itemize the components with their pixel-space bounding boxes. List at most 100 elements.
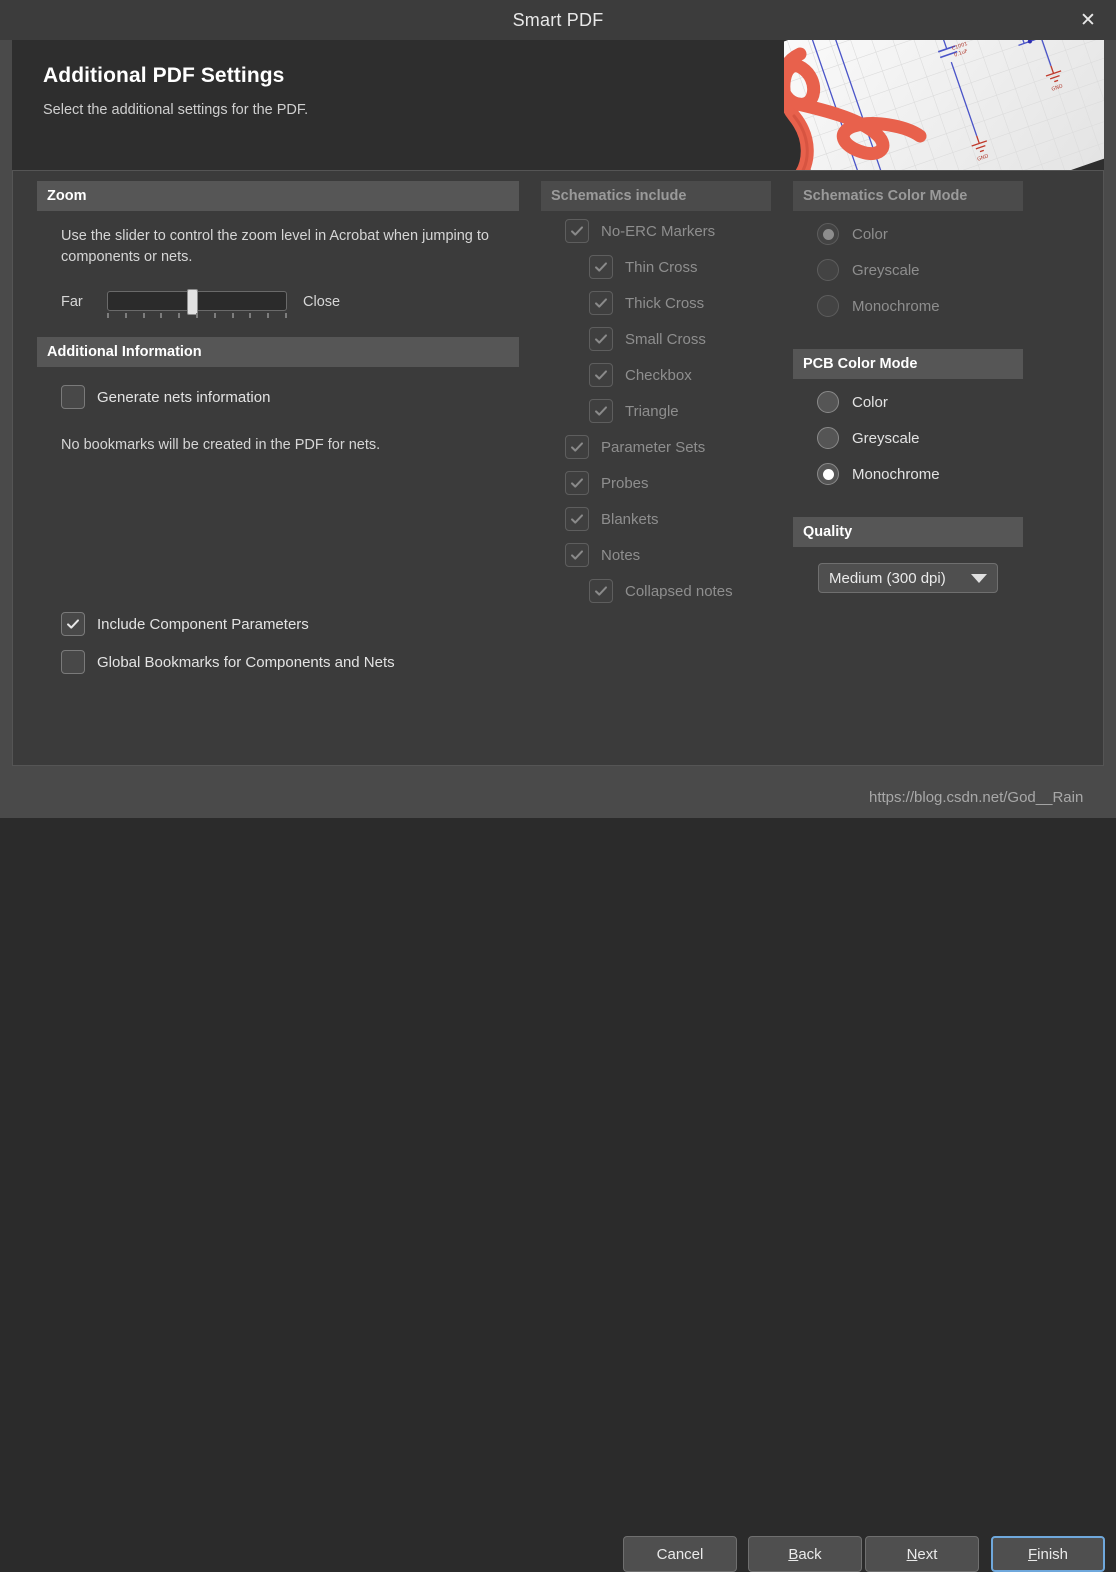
radio-circle <box>817 223 839 245</box>
back-button-mnemonic: B <box>788 1546 798 1563</box>
radio-pcb-color-monochrome[interactable]: Monochrome <box>817 463 940 485</box>
checkbox-label: Notes <box>601 547 640 564</box>
finish-button-mnemonic: F <box>1028 1546 1037 1563</box>
checkbox-box <box>565 543 589 567</box>
checkbox-box <box>589 363 613 387</box>
checkbox-box <box>565 219 589 243</box>
slider-tick <box>285 313 287 318</box>
back-button[interactable]: Back <box>748 1536 862 1572</box>
radio-label: Greyscale <box>852 262 920 279</box>
zoom-slider-thumb[interactable] <box>187 289 198 315</box>
smart-pdf-dialog: Smart PDF ✕ Additional PDF Settings Sele… <box>0 0 1116 818</box>
title-bar: Smart PDF ✕ <box>0 0 1116 40</box>
schematics-color-mode-group: Color Greyscale Monochrome <box>817 223 1047 333</box>
slider-tick <box>249 313 251 318</box>
radio-label: Greyscale <box>852 430 920 447</box>
section-header-schematics-color-mode: Schematics Color Mode <box>793 181 1023 211</box>
checkbox-no-erc-markers: No-ERC Markers <box>565 219 715 243</box>
page-title: Additional PDF Settings <box>43 64 284 88</box>
radio-pcb-color-greyscale[interactable]: Greyscale <box>817 427 920 449</box>
cancel-button[interactable]: Cancel <box>623 1536 737 1572</box>
finish-button[interactable]: Finish <box>991 1536 1105 1572</box>
section-header-schematics-color-mode-label: Schematics Color Mode <box>803 188 967 204</box>
radio-dot <box>823 469 834 480</box>
checkbox-thick-cross: Thick Cross <box>589 291 704 315</box>
radio-dot <box>823 229 834 240</box>
checkbox-box <box>589 399 613 423</box>
checkbox-box <box>565 435 589 459</box>
slider-tick <box>196 313 198 318</box>
radio-label: Monochrome <box>852 298 940 315</box>
checkbox-box <box>589 579 613 603</box>
nets-bookmark-note: No bookmarks will be created in the PDF … <box>61 435 521 456</box>
checkbox-label: Probes <box>601 475 649 492</box>
zoom-slider-max-label: Close <box>303 294 340 310</box>
checkbox-label: Blankets <box>601 511 659 528</box>
radio-circle[interactable] <box>817 391 839 413</box>
radio-circle[interactable] <box>817 427 839 449</box>
checkbox-label: Global Bookmarks for Components and Nets <box>97 654 395 671</box>
radio-label: Color <box>852 394 888 411</box>
next-button-label: ext <box>917 1546 937 1563</box>
section-header-schematics-include: Schematics include <box>541 181 771 211</box>
radio-circle[interactable] <box>817 463 839 485</box>
quality-dropdown[interactable]: Medium (300 dpi) <box>818 563 998 593</box>
checkbox-thin-cross: Thin Cross <box>589 255 698 279</box>
next-button[interactable]: Next <box>865 1536 979 1572</box>
chevron-down-icon <box>971 574 987 583</box>
page-subtitle: Select the additional settings for the P… <box>43 102 308 118</box>
checkbox-label: No-ERC Markers <box>601 223 715 240</box>
checkbox-checkbox: Checkbox <box>589 363 692 387</box>
radio-schematics-color-monochrome: Monochrome <box>817 295 940 317</box>
radio-pcb-color-color[interactable]: Color <box>817 391 888 413</box>
radio-schematics-color-color: Color <box>817 223 888 245</box>
quality-dropdown-value: Medium (300 dpi) <box>829 570 946 587</box>
radio-circle <box>817 295 839 317</box>
slider-tick <box>267 313 269 318</box>
window-title: Smart PDF <box>0 0 1116 40</box>
section-header-quality: Quality <box>793 517 1023 547</box>
zoom-description: Use the slider to control the zoom level… <box>61 226 521 268</box>
section-header-quality-label: Quality <box>803 524 852 540</box>
slider-tick <box>178 313 180 318</box>
checkbox-label: Parameter Sets <box>601 439 705 456</box>
back-button-label: ack <box>798 1546 821 1563</box>
checkbox-box[interactable] <box>61 385 85 409</box>
checkbox-label: Include Component Parameters <box>97 616 309 633</box>
schematics-include-list: No-ERC Markers Thin Cross Thick Cross Small… <box>541 219 771 639</box>
close-icon[interactable]: ✕ <box>1060 0 1116 40</box>
checkbox-box <box>565 507 589 531</box>
zoom-slider[interactable]: Far Close <box>61 291 401 323</box>
slider-tick <box>125 313 127 318</box>
section-header-schematics-include-label: Schematics include <box>551 188 686 204</box>
checkbox-box <box>589 255 613 279</box>
checkbox-small-cross: Small Cross <box>589 327 706 351</box>
slider-tick <box>107 313 109 318</box>
radio-circle <box>817 259 839 281</box>
checkbox-box[interactable] <box>61 650 85 674</box>
checkbox-label: Generate nets information <box>97 389 270 406</box>
zoom-slider-ticks <box>107 313 287 319</box>
checkbox-include-component-parameters[interactable]: Include Component Parameters <box>61 612 309 636</box>
checkbox-label: Checkbox <box>625 367 692 384</box>
checkbox-global-bookmarks[interactable]: Global Bookmarks for Components and Nets <box>61 650 395 674</box>
section-header-zoom: Zoom <box>37 181 519 211</box>
checkbox-label: Thin Cross <box>625 259 698 276</box>
section-header-additional-information-label: Additional Information <box>47 344 202 360</box>
acrobat-schematic-artwork: VCC3V3 C1001 0.1uF GND GND GNDPWR GND NE… <box>758 40 1104 170</box>
finish-button-label: inish <box>1037 1546 1068 1563</box>
radio-schematics-color-greyscale: Greyscale <box>817 259 920 281</box>
checkbox-triangle: Triangle <box>589 399 679 423</box>
checkbox-generate-nets-information[interactable]: Generate nets information <box>61 385 270 409</box>
checkbox-label: Triangle <box>625 403 679 420</box>
checkbox-collapsed-notes: Collapsed notes <box>589 579 733 603</box>
checkbox-box[interactable] <box>61 612 85 636</box>
checkbox-label: Thick Cross <box>625 295 704 312</box>
checkbox-parameter-sets: Parameter Sets <box>565 435 705 459</box>
slider-tick <box>160 313 162 318</box>
settings-panel: Zoom Use the slider to control the zoom … <box>12 170 1104 766</box>
zoom-slider-track[interactable] <box>107 291 287 311</box>
checkbox-box <box>589 291 613 315</box>
section-header-pcb-color-mode: PCB Color Mode <box>793 349 1023 379</box>
dialog-banner: Additional PDF Settings Select the addit… <box>12 40 1104 170</box>
